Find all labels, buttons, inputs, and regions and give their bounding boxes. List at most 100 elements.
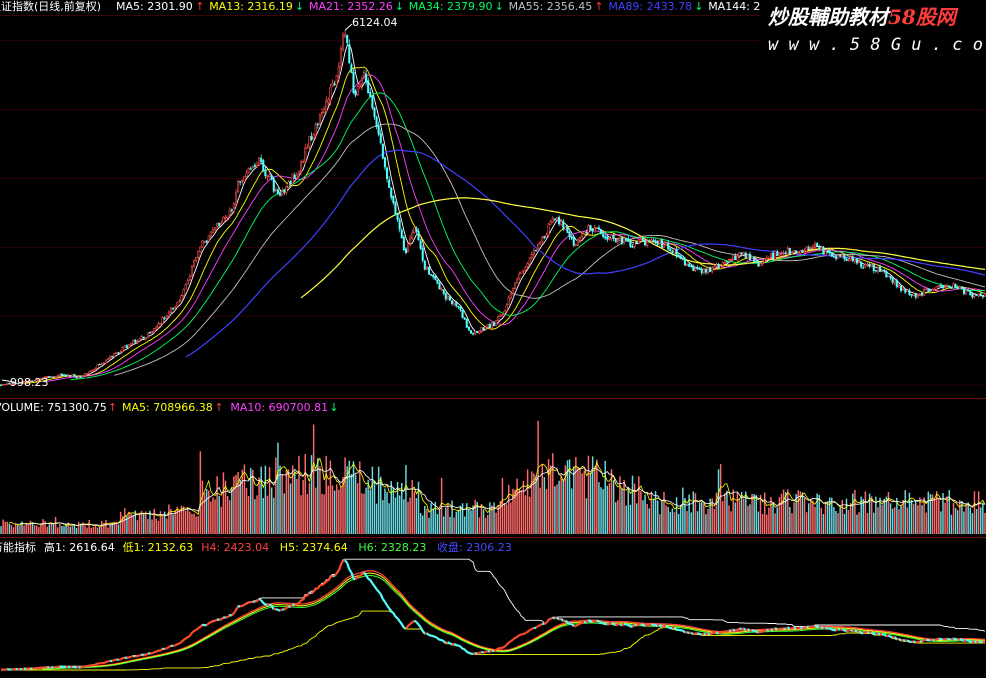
volume-bar <box>982 503 983 534</box>
volume-bar <box>898 509 899 534</box>
volume-bar <box>132 515 133 534</box>
volume-bar <box>818 495 819 534</box>
candle <box>728 259 729 261</box>
volume-bar <box>120 512 121 534</box>
volume-bar <box>823 514 824 534</box>
volume-bar <box>588 456 589 534</box>
indicator-close-segment <box>863 632 865 633</box>
indicator-close-segment <box>844 630 846 631</box>
volume-bar <box>884 499 885 534</box>
volume-bar <box>953 503 954 534</box>
candle <box>537 243 538 251</box>
volume-bar <box>619 476 620 534</box>
volume-bar <box>11 525 12 534</box>
volume-bar <box>78 522 79 534</box>
volume-bar <box>518 489 519 534</box>
volume-bar <box>586 498 587 534</box>
volume-bar <box>858 512 859 534</box>
candle <box>340 46 341 70</box>
volume-bar <box>965 503 966 534</box>
indicator-close-segment <box>737 629 739 630</box>
volume-bar <box>428 518 429 534</box>
volume-bar <box>902 500 903 534</box>
indicator-close-segment <box>213 621 215 622</box>
volume-bar <box>504 503 505 534</box>
candle <box>529 257 530 265</box>
candle <box>407 243 408 252</box>
indicator-close-segment <box>251 602 253 603</box>
indicator-close-segment <box>670 628 672 629</box>
indicator-close-segment <box>505 645 507 647</box>
indicator-close-segment <box>540 624 542 625</box>
volume-bar <box>703 503 704 534</box>
candle <box>907 290 908 293</box>
indicator-close-segment <box>830 629 832 630</box>
indicator-close-segment <box>956 639 958 640</box>
volume-bar <box>525 495 526 534</box>
volume-bar <box>355 475 356 534</box>
volume-bar <box>388 503 389 534</box>
indicator-close-segment <box>645 625 647 626</box>
indicator-close-segment <box>360 574 362 576</box>
volume-bar <box>630 505 631 534</box>
candle <box>596 227 597 228</box>
indicator-close-segment <box>763 631 765 632</box>
candle <box>170 308 171 313</box>
candle <box>353 69 354 95</box>
volume-bar <box>72 526 73 534</box>
indicator-close-segment <box>951 638 953 639</box>
legend-arrow: ↓ <box>495 0 504 13</box>
volume-bar <box>414 491 415 534</box>
volume-bar <box>550 465 551 534</box>
candle <box>468 326 469 331</box>
volume-bar <box>168 505 169 534</box>
volume-bar <box>762 514 763 534</box>
candle <box>888 276 889 277</box>
volume-bar <box>686 511 687 534</box>
volume-bar <box>344 457 345 534</box>
volume-bar <box>384 489 385 534</box>
indicator-close-segment <box>95 663 97 664</box>
volume-bar <box>177 507 178 534</box>
indicator-close-segment <box>641 624 643 625</box>
indicator-close-segment <box>181 640 183 642</box>
volume-bar <box>500 501 501 534</box>
indicator-close-segment <box>660 625 662 627</box>
volume-bar <box>53 523 54 534</box>
volume-bar <box>781 494 782 534</box>
volume-bar <box>315 488 316 534</box>
volume-bar <box>323 494 324 534</box>
volume-bar <box>340 487 341 534</box>
volume-bar <box>913 504 914 534</box>
indicator-close-segment <box>259 599 261 600</box>
volume-bar <box>99 527 100 534</box>
candle <box>477 331 478 333</box>
volume-bar <box>699 503 700 534</box>
volume-bar <box>779 497 780 534</box>
volume-bar <box>432 509 433 534</box>
volume-bar <box>483 509 484 534</box>
indicator-close-segment <box>805 627 807 628</box>
volume-bar <box>613 480 614 534</box>
indicator-close-segment <box>156 651 158 652</box>
indicator-close-segment <box>788 627 790 629</box>
volume-bar <box>592 456 593 534</box>
stock-chart[interactable]: 6124.04 998.23 上证指数(日线,前复权) MA5: 2301.90… <box>0 0 986 674</box>
volume-bar <box>91 528 92 534</box>
indicator-close-segment <box>196 628 198 630</box>
volume-bar <box>107 528 108 534</box>
volume-bar <box>661 502 662 534</box>
volume-bar <box>506 504 507 534</box>
candle <box>976 294 977 296</box>
volume-bar <box>638 476 639 534</box>
volume-bar <box>533 473 534 534</box>
indicator-close-segment <box>410 622 412 624</box>
candle <box>237 179 238 193</box>
candle <box>273 176 274 193</box>
volume-bar <box>143 513 144 534</box>
volume-bar <box>674 512 675 534</box>
indicator-close-segment <box>484 652 486 653</box>
volume-bar <box>46 527 47 534</box>
candle <box>84 373 85 376</box>
volume-bar <box>894 507 895 534</box>
